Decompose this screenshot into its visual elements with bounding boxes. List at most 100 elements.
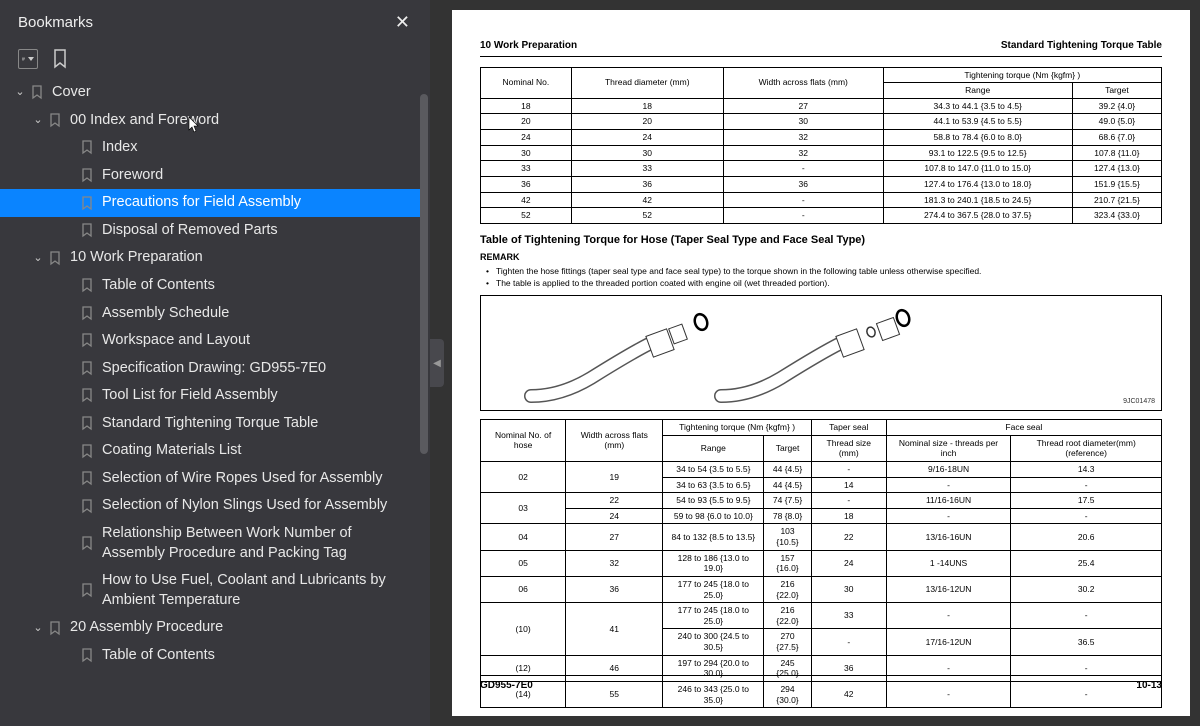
remark-bullet: Tighten the hose fittings (taper seal ty… <box>486 266 1162 277</box>
table-row: 18182734.3 to 44.1 {3.5 to 4.5}39.2 {4.0… <box>481 98 1162 114</box>
expand-chevron-icon[interactable]: ⌄ <box>30 621 46 636</box>
bookmark-item[interactable]: Specification Drawing: GD955-7E0 <box>0 355 424 383</box>
bookmark-item[interactable]: Coating Materials List <box>0 437 424 465</box>
remark-bullet: The table is applied to the threaded por… <box>486 278 1162 289</box>
bookmark-icon <box>78 536 96 551</box>
panel-splitter[interactable]: ◀ <box>430 0 452 726</box>
bookmark-icon <box>78 583 96 598</box>
table-row: 30303293.1 to 122.5 {9.5 to 12.5}107.8 {… <box>481 145 1162 161</box>
bookmark-item[interactable]: Index <box>0 134 424 162</box>
bookmark-icon <box>78 416 96 431</box>
bookmark-item[interactable]: Precautions for Field Assembly <box>0 189 424 217</box>
bookmark-label: Index <box>102 138 416 158</box>
bookmark-item[interactable]: Assembly Schedule <box>0 300 424 328</box>
table-row: 363636127.4 to 176.4 {13.0 to 18.0}151.9… <box>481 176 1162 192</box>
bookmark-label: Relationship Between Work Number of Asse… <box>102 524 416 563</box>
bookmark-label: 10 Work Preparation <box>70 248 416 268</box>
bookmark-item[interactable]: Relationship Between Work Number of Asse… <box>0 520 424 567</box>
bookmark-icon <box>78 168 96 183</box>
page-footer-left: GD955-7E0 <box>480 680 533 693</box>
splitter-handle-icon[interactable]: ◀ <box>430 339 444 387</box>
bookmark-label: Table of Contents <box>102 276 416 296</box>
remark-bullets: Tighten the hose fittings (taper seal ty… <box>486 266 1162 289</box>
page-header-left: 10 Work Preparation <box>480 40 577 53</box>
figure-id: 9JC01478 <box>1123 398 1155 407</box>
bookmark-tree[interactable]: ⌄ Cover ⌄ 00 Index and Foreword Index Forewor… <box>0 79 430 726</box>
table-row: 2459 to 98 {6.0 to 10.0}78 {8.0}18-- <box>481 508 1162 524</box>
table-row: 5252-274.4 to 367.5 {28.0 to 37.5}323.4 … <box>481 208 1162 224</box>
table-row: 20203044.1 to 53.9 {4.5 to 5.5}49.0 {5.0… <box>481 114 1162 130</box>
bookmarks-toolbar <box>0 43 430 79</box>
expand-chevron-icon[interactable]: ⌄ <box>30 113 46 128</box>
bookmark-item[interactable]: Table of Contents <box>0 272 424 300</box>
document-viewport[interactable]: 10 Work Preparation Standard Tightening … <box>452 0 1200 726</box>
bookmark-ribbon-icon[interactable] <box>52 49 72 69</box>
bookmark-label: 00 Index and Foreword <box>70 111 416 131</box>
bookmark-label: Workspace and Layout <box>102 331 416 351</box>
col-nominal: Nominal No. <box>481 67 572 98</box>
bookmark-label: Selection of Nylon Slings Used for Assem… <box>102 496 416 516</box>
bookmark-icon <box>78 140 96 155</box>
bookmark-label: Table of Contents <box>102 646 416 666</box>
col-width-flats: Width across flats (mm) <box>723 67 883 98</box>
bookmark-item[interactable]: Disposal of Removed Parts <box>0 217 424 245</box>
bookmark-icon <box>78 499 96 514</box>
table-row: 0532128 to 186 {13.0 to 19.0}157 {16.0}2… <box>481 550 1162 576</box>
bookmark-icon <box>46 113 64 128</box>
expand-chevron-icon[interactable]: ⌄ <box>12 85 28 100</box>
bookmark-item[interactable]: Table of Contents <box>0 642 424 670</box>
bookmark-item[interactable]: Tool List for Field Assembly <box>0 382 424 410</box>
bookmark-item[interactable]: Foreword <box>0 162 424 190</box>
bookmark-item[interactable]: ⌄ Cover <box>0 79 424 107</box>
bookmark-label: Precautions for Field Assembly <box>102 193 416 213</box>
bookmark-options-dropdown[interactable] <box>18 49 38 69</box>
col-range: Range <box>883 83 1072 99</box>
bookmark-icon <box>78 223 96 238</box>
bookmark-icon <box>78 333 96 348</box>
bookmark-item[interactable]: Workspace and Layout <box>0 327 424 355</box>
bookmark-label: Foreword <box>102 166 416 186</box>
bookmark-icon <box>78 361 96 376</box>
bookmark-item[interactable]: ⌄ 10 Work Preparation <box>0 244 424 272</box>
bookmark-icon <box>78 471 96 486</box>
bookmark-icon <box>78 306 96 321</box>
bookmark-item[interactable]: ⌄ 20 Assembly Procedure <box>0 614 424 642</box>
bookmark-item[interactable]: How to Use Fuel, Coolant and Lubricants … <box>0 567 424 614</box>
bookmark-icon <box>78 444 96 459</box>
bookmark-label: Disposal of Removed Parts <box>102 221 416 241</box>
bookmarks-title: Bookmarks <box>18 14 93 31</box>
section-title: Table of Tightening Torque for Hose (Tap… <box>480 234 1162 248</box>
bookmark-label: Tool List for Field Assembly <box>102 386 416 406</box>
bookmark-item[interactable]: Selection of Wire Ropes Used for Assembl… <box>0 465 424 493</box>
close-panel-button[interactable]: ✕ <box>389 10 416 35</box>
torque-table-2: Nominal No. of hose Width across flats (… <box>480 419 1162 708</box>
bookmark-label: Cover <box>52 83 416 103</box>
expand-chevron-icon[interactable]: ⌄ <box>30 251 46 266</box>
bookmark-item[interactable]: Standard Tightening Torque Table <box>0 410 424 438</box>
table-row: 4242-181.3 to 240.1 {18.5 to 24.5}210.7 … <box>481 192 1162 208</box>
bookmarks-panel: Bookmarks ✕ ⌄ Cover ⌄ 00 Index and Foreword… <box>0 0 430 726</box>
remark-label: REMARK <box>480 252 1162 263</box>
bookmark-icon <box>46 621 64 636</box>
bookmark-label: 20 Assembly Procedure <box>70 618 416 638</box>
torque-table-1: Nominal No. Thread diameter (mm) Width a… <box>480 67 1162 224</box>
bookmark-icon <box>78 278 96 293</box>
bookmark-icon <box>28 85 46 100</box>
scrollbar-thumb[interactable] <box>420 94 428 454</box>
bookmark-label: Specification Drawing: GD955-7E0 <box>102 359 416 379</box>
bookmarks-header: Bookmarks ✕ <box>0 0 430 43</box>
page-footer-right: 10-13 <box>1136 680 1162 693</box>
table-row: 24243258.8 to 78.4 {6.0 to 8.0}68.6 {7.0… <box>481 130 1162 146</box>
col-target: Target <box>1072 83 1161 99</box>
bookmark-label: Assembly Schedule <box>102 304 416 324</box>
table-row: 021934 to 54 {3.5 to 5.5}44 {4.5}-9/16-1… <box>481 461 1162 477</box>
bookmark-item[interactable]: Selection of Nylon Slings Used for Assem… <box>0 492 424 520</box>
col-torque-group: Tightening torque (Nm {kgfm} ) <box>883 67 1161 83</box>
hose-fitting-figure: 9JC01478 <box>480 295 1162 411</box>
bookmark-label: Standard Tightening Torque Table <box>102 414 416 434</box>
bookmark-item[interactable]: ⌄ 00 Index and Foreword <box>0 107 424 135</box>
bookmark-icon <box>46 251 64 266</box>
bookmark-icon <box>78 388 96 403</box>
table-row: 032254 to 93 {5.5 to 9.5}74 {7.5}-11/16-… <box>481 493 1162 509</box>
table-row: 042784 to 132 {8.5 to 13.5}103 {10.5}221… <box>481 524 1162 550</box>
